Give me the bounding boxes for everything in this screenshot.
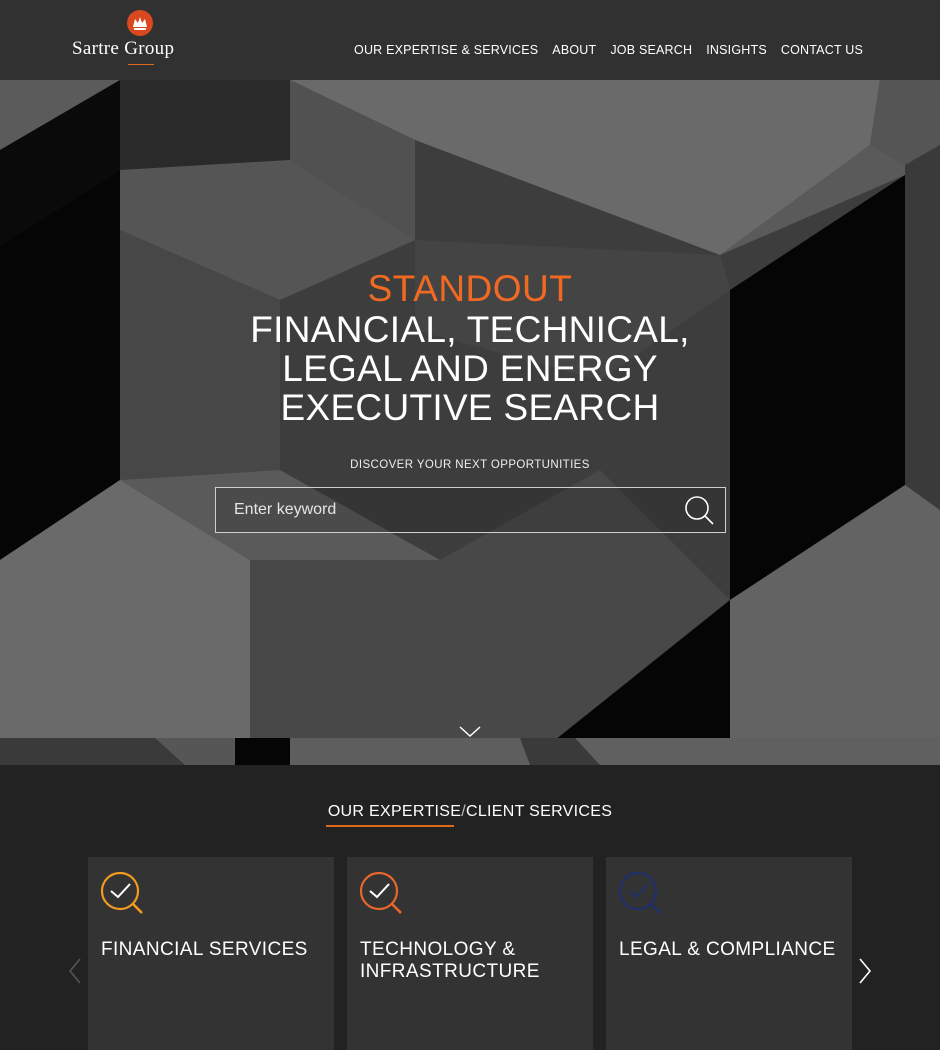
nav-item-about[interactable]: ABOUT [552,43,596,57]
nav-item-contact-us[interactable]: CONTACT US [781,43,863,57]
header-bar: Sartre Group OUR EXPERTISE & SERVICES AB… [0,0,940,80]
brand-underline [128,64,154,65]
hero-headline: STANDOUT FINANCIAL, TECHNICAL, LEGAL AND… [0,268,940,427]
expertise-title-right[interactable]: CLIENT SERVICES [466,803,612,820]
nav-item-insights[interactable]: INSIGHTS [706,43,767,57]
hero-subtitle: DISCOVER YOUR NEXT OPPORTUNITIES [350,459,590,471]
expertise-card-legal-compliance[interactable]: LEGAL & COMPLIANCE [606,857,852,1050]
nav-item-expertise-services[interactable]: OUR EXPERTISE & SERVICES [354,43,538,57]
magnifier-check-icon [618,871,674,927]
hero-accent-word: STANDOUT [367,268,573,309]
hero-section: Sartre Group OUR EXPERTISE & SERVICES AB… [0,0,940,765]
expertise-section-title: OUR EXPERTISE/CLIENT SERVICES [0,803,940,821]
keyword-search-input[interactable] [234,488,674,532]
card-title: LEGAL & COMPLIANCE [619,939,836,960]
card-title: FINANCIAL SERVICES [101,939,308,960]
expertise-section: OUR EXPERTISE/CLIENT SERVICES FINANCIAL … [0,765,940,1050]
main-nav: OUR EXPERTISE & SERVICES ABOUT JOB SEARC… [354,43,863,57]
brand-logo[interactable]: Sartre Group [72,8,212,70]
hero-line-3: EXECUTIVE SEARCH [280,387,660,428]
section-title-underline [326,825,454,827]
brand-name: Sartre Group [72,38,175,59]
chevron-right-icon[interactable] [856,957,874,985]
chevron-left-icon[interactable] [66,957,84,985]
magnifier-check-icon [359,871,415,927]
hero-line-1: FINANCIAL, TECHNICAL, [250,309,690,350]
card-title: TECHNOLOGY & INFRASTRUCTURE [360,939,540,982]
keyword-search-box [215,487,726,533]
search-icon[interactable] [683,494,717,528]
magnifier-check-icon [100,871,156,927]
chevron-down-icon[interactable] [458,724,482,740]
expertise-card-financial-services[interactable]: FINANCIAL SERVICES [88,857,334,1050]
expertise-card-technology-infrastructure[interactable]: TECHNOLOGY & INFRASTRUCTURE [347,857,593,1050]
expertise-title-left[interactable]: OUR EXPERTISE [328,803,461,820]
nav-item-job-search[interactable]: JOB SEARCH [610,43,692,57]
hero-line-2: LEGAL AND ENERGY [282,348,658,389]
crown-emblem-icon [127,10,153,36]
